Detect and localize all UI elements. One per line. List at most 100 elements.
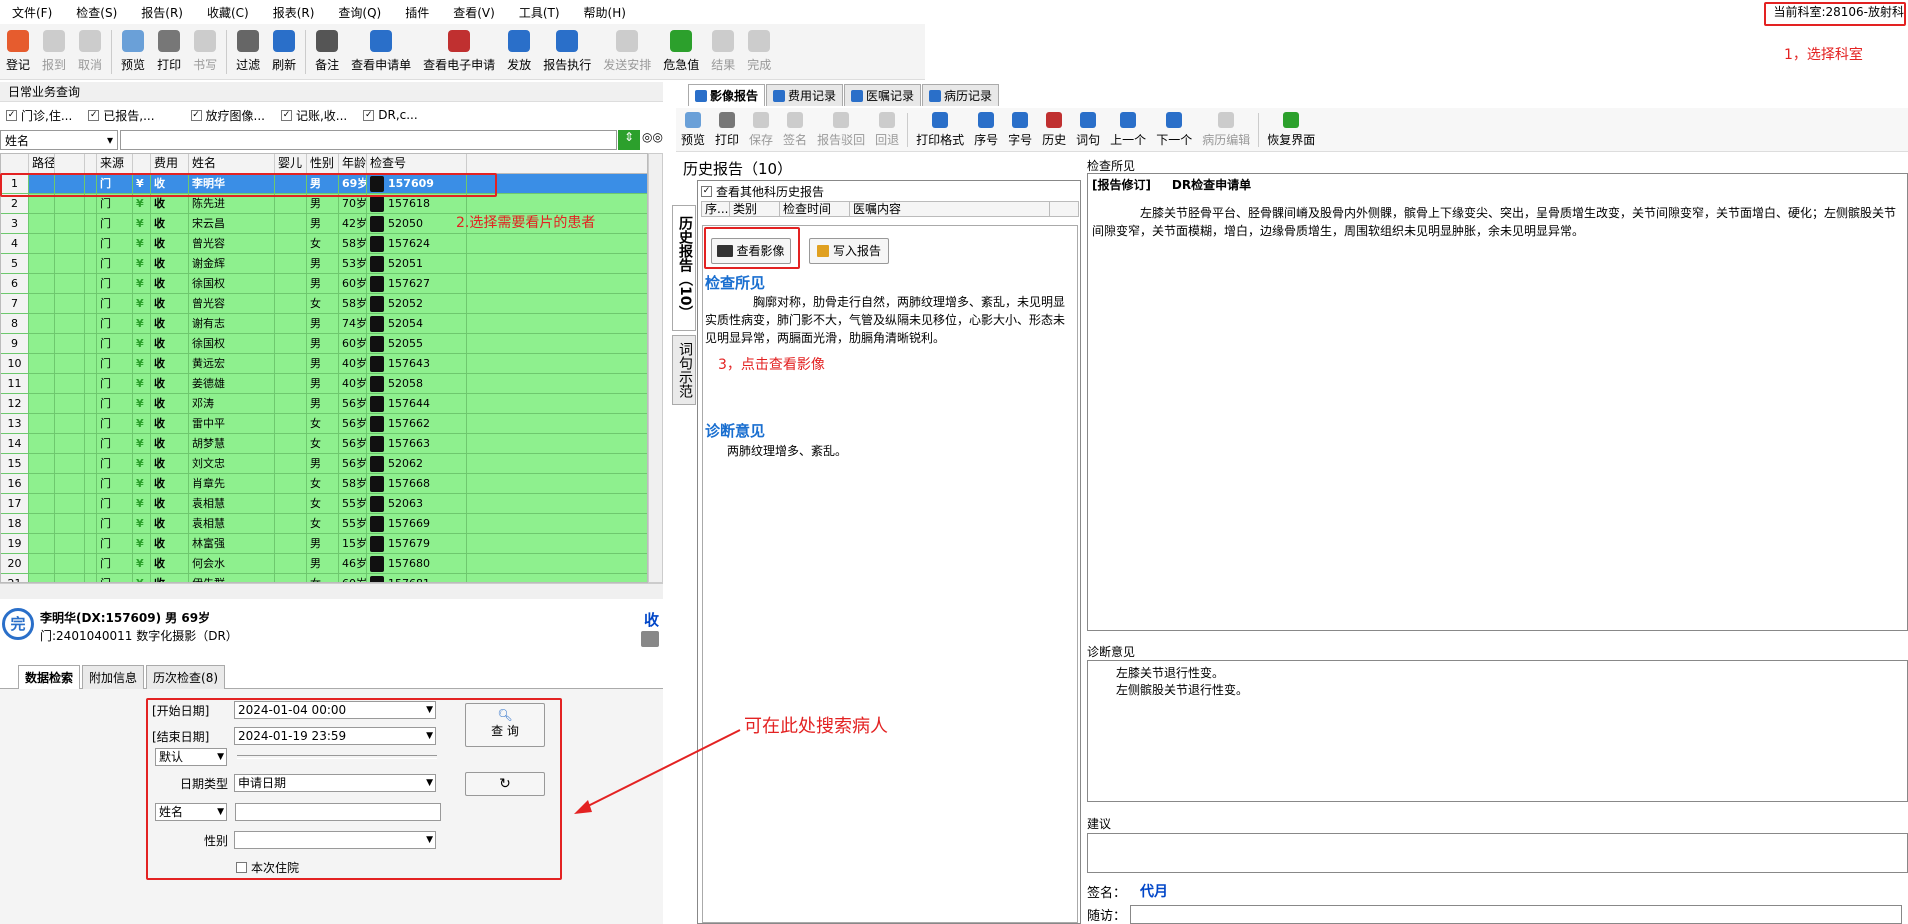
toolbar-button[interactable]: 书写	[187, 25, 223, 79]
table-row[interactable]: 2 门 ¥ 收陈先进男 70岁 157618	[1, 194, 647, 214]
report-toolbar-button[interactable]: 打印	[710, 109, 744, 151]
history-grid-cell[interactable]: 检查时间	[780, 202, 850, 216]
write-report-button[interactable]: 写入报告	[809, 238, 889, 264]
filter-item[interactable]: ✓ 放疗图像...	[190, 107, 265, 124]
history-grid-cell[interactable]: 医嘱内容	[850, 202, 1050, 216]
table-row[interactable]: 19 门 ¥ 收林富强 男 15岁 157679	[1, 534, 647, 554]
table-row[interactable]: 9 门 ¥ 收徐国权 男 60岁 52055	[1, 334, 647, 354]
report-diagnosis-box[interactable]: 左膝关节退行性变。 左侧髌股关节退行性变。	[1087, 660, 1908, 802]
report-toolbar-button[interactable]: 预览	[676, 109, 710, 151]
toolbar-button[interactable]: 危急值	[657, 25, 705, 79]
table-row[interactable]: 15 门 ¥ 收刘文忠 男 56岁 52062	[1, 454, 647, 474]
filter-item[interactable]: ✓ 记账,收...	[280, 107, 347, 124]
filter-checkbox[interactable]: ✓	[88, 109, 100, 121]
report-tab[interactable]: 医嘱记录	[844, 84, 922, 106]
menu-item[interactable]: 插件	[393, 4, 441, 21]
report-toolbar-button[interactable]: 保存	[744, 109, 778, 151]
report-toolbar-button[interactable]: 下一个	[1151, 109, 1197, 151]
toolbar-button[interactable]: 查看申请单	[345, 25, 417, 79]
search-field-select[interactable]: 姓名 ▾	[0, 130, 118, 150]
grid-header-cell[interactable]	[85, 154, 97, 173]
toolbar-button[interactable]: 备注	[309, 25, 345, 79]
report-toolbar-button[interactable]: 打印格式	[911, 109, 969, 151]
search-go-button[interactable]: ⇕	[618, 130, 640, 150]
vertical-tab[interactable]: 历史报告（10）	[672, 205, 696, 331]
table-row[interactable]: 16 门 ¥ 收肖章先 女 58岁 157668	[1, 474, 647, 494]
toolbar-button[interactable]: 查看电子申请	[417, 25, 501, 79]
menu-item[interactable]: 检查(S)	[64, 4, 129, 21]
menu-item[interactable]: 收藏(C)	[195, 4, 261, 21]
menu-item[interactable]: 文件(F)	[0, 4, 64, 21]
menu-item[interactable]: 查看(V)	[441, 4, 507, 21]
toolbar-button[interactable]: 报告执行	[537, 25, 597, 79]
vertical-tab[interactable]: 词句示范	[672, 335, 696, 405]
grid-header-cell[interactable]: 费用	[151, 154, 189, 173]
toolbar-button[interactable]: 完成	[741, 25, 777, 79]
grid-header-cell[interactable]: 来源	[97, 154, 133, 173]
grid-header-cell[interactable]	[55, 154, 85, 173]
filter-item[interactable]: ✓ 门诊,住...	[6, 107, 72, 124]
report-tab[interactable]: 影像报告	[688, 84, 766, 106]
report-toolbar-button[interactable]: 历史	[1037, 109, 1071, 151]
horizontal-scrollbar[interactable]	[0, 583, 663, 599]
table-row[interactable]: 10 门 ¥ 收黄远宏 男 40岁 157643	[1, 354, 647, 374]
table-row[interactable]: 14 门 ¥ 收胡梦慧 女 56岁 157663	[1, 434, 647, 454]
report-tab[interactable]: 费用记录	[766, 84, 844, 106]
table-row[interactable]: 11 门 ¥ 收姜德雄 男 40岁 52058	[1, 374, 647, 394]
report-tab[interactable]: 病历记录	[922, 84, 1000, 106]
filter-item[interactable]: ✓ 已报告,...	[88, 107, 155, 124]
toolbar-button[interactable]: 结果	[705, 25, 741, 79]
toolbar-button[interactable]: 取消	[72, 25, 108, 79]
show-other-dept-row[interactable]: ✓ 查看其他科历史报告	[701, 183, 824, 200]
filter-checkbox[interactable]: ✓	[280, 109, 292, 121]
grid-header-cell[interactable]: 年龄	[339, 154, 367, 173]
table-row[interactable]: 17 门 ¥ 收袁相慧 女 55岁 52063	[1, 494, 647, 514]
binoculars-icon[interactable]: ◎◎	[642, 130, 663, 150]
filter-checkbox[interactable]: ✓	[363, 109, 375, 121]
toolbar-button[interactable]: 打印	[151, 25, 187, 79]
filter-checkbox[interactable]: ✓	[190, 109, 202, 121]
table-row[interactable]: 7 门 ¥ 收曾光容 女 58岁 52052	[1, 294, 647, 314]
table-row[interactable]: 5 门 ¥ 收谢金辉 男 53岁 52051	[1, 254, 647, 274]
vertical-scrollbar[interactable]	[648, 153, 663, 583]
report-findings-box[interactable]: [报告修订] DR检查申请单 左膝关节胫骨平台、胫骨髁间嵴及股骨内外侧髁，髌骨上…	[1087, 173, 1908, 631]
toolbar-button[interactable]: 刷新	[266, 25, 302, 79]
grid-header-cell[interactable]	[1, 154, 29, 173]
toolbar-button[interactable]: 报到	[36, 25, 72, 79]
grid-header-cell[interactable]: 检查号	[367, 154, 467, 173]
report-advice-box[interactable]	[1087, 833, 1908, 873]
toolbar-button[interactable]: 发送安排	[597, 25, 657, 79]
grid-header-cell[interactable]	[133, 154, 151, 173]
menu-item[interactable]: 报表(R)	[261, 4, 327, 21]
report-toolbar-button[interactable]: 词句	[1071, 109, 1105, 151]
table-row[interactable]: 4 门 ¥ 收曾光容 女 58岁 157624	[1, 234, 647, 254]
tab-0[interactable]: 数据检索	[18, 665, 81, 689]
table-row[interactable]: 21 门¥收伊先群 女60岁157681	[1, 574, 647, 582]
filter-checkbox[interactable]: ✓	[6, 109, 17, 121]
grid-header-cell[interactable]: 路径	[29, 154, 55, 173]
report-toolbar-button[interactable]: 恢复界面	[1262, 109, 1320, 151]
filter-item[interactable]: ✓ DR,c...	[363, 108, 418, 122]
tab-2[interactable]: 历次检查(8)	[146, 665, 226, 689]
report-toolbar-button[interactable]: 病历编辑	[1197, 109, 1255, 151]
report-toolbar-button[interactable]: 回退	[870, 109, 904, 151]
table-row[interactable]: 6 门 ¥ 收徐国权 男 60岁 157627	[1, 274, 647, 294]
report-toolbar-button[interactable]: 字号	[1003, 109, 1037, 151]
tab-1[interactable]: 附加信息	[82, 665, 145, 689]
menu-item[interactable]: 帮助(H)	[572, 4, 638, 21]
toolbar-button[interactable]: 过滤	[230, 25, 266, 79]
grid-header-cell[interactable]: 婴儿	[275, 154, 307, 173]
table-row[interactable]: 13 门 ¥ 收雷中平 女 56岁 157662	[1, 414, 647, 434]
table-row[interactable]: 18 门 ¥ 收袁相慧 女 55岁 157669	[1, 514, 647, 534]
table-row[interactable]: 12 门 ¥ 收邓涛 男 56岁 157644	[1, 394, 647, 414]
history-grid-cell[interactable]: 序...	[702, 202, 730, 216]
toolbar-button[interactable]: 登记	[0, 25, 36, 79]
history-grid-cell[interactable]: 类别	[730, 202, 780, 216]
toolbar-button[interactable]: 预览	[115, 25, 151, 79]
grid-header-cell[interactable]: 姓名	[189, 154, 275, 173]
report-toolbar-button[interactable]: 报告驳回	[812, 109, 870, 151]
toolbar-button[interactable]: 发放	[501, 25, 537, 79]
table-row[interactable]: 8 门 ¥ 收谢有志 男 74岁 52054	[1, 314, 647, 334]
table-row[interactable]: 20 门 ¥ 收何会水 男 46岁 157680	[1, 554, 647, 574]
printer-icon[interactable]	[641, 631, 659, 647]
